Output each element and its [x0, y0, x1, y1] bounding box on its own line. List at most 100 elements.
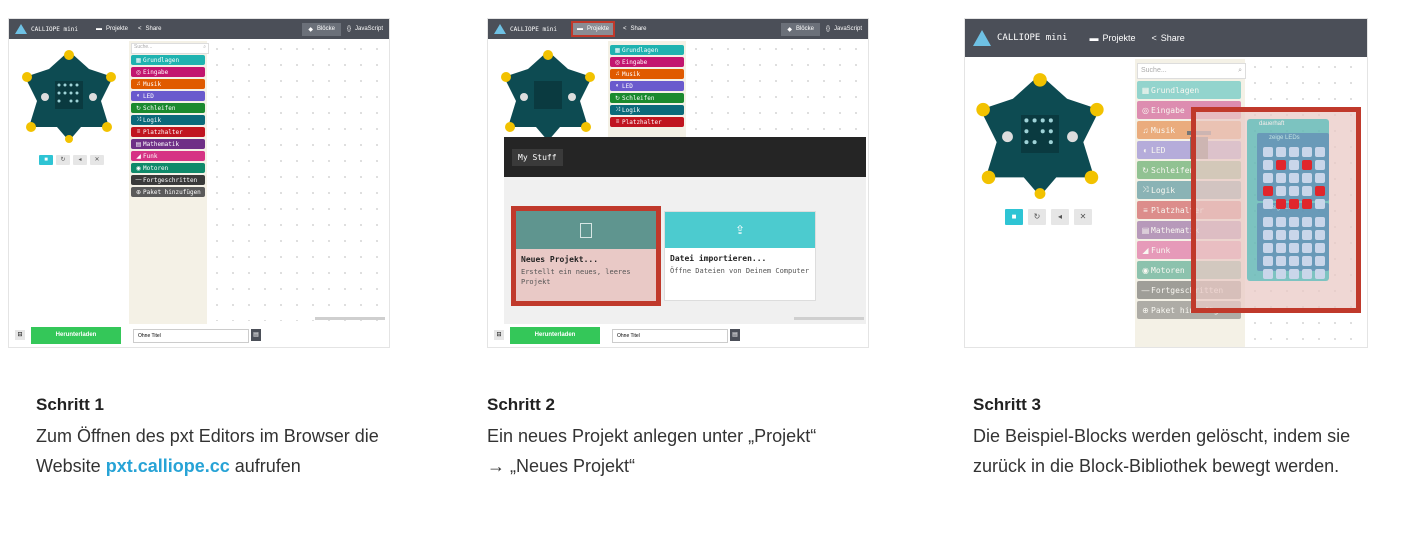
javascript-tab[interactable]: {} JavaScript — [820, 23, 868, 35]
calliope-logo-icon[interactable] — [973, 30, 991, 46]
download-button[interactable]: Herunterladen — [510, 327, 600, 344]
led-off[interactable] — [1302, 256, 1312, 266]
search-input[interactable]: Suche... — [1141, 67, 1167, 74]
led-off[interactable] — [1289, 217, 1299, 227]
blocks-tab[interactable]: ◆ Blöcke — [781, 22, 820, 36]
category-mathematik[interactable]: ▤ Mathematik — [131, 139, 205, 149]
workspace[interactable] — [209, 41, 387, 321]
led-off[interactable] — [1289, 173, 1299, 183]
led-off[interactable] — [1263, 173, 1273, 183]
led-off[interactable] — [1289, 160, 1299, 170]
save-icon[interactable]: ▤ — [730, 329, 740, 341]
led-on[interactable] — [1276, 199, 1286, 209]
led-off[interactable] — [1276, 230, 1286, 240]
calliope-link[interactable]: pxt.calliope.cc — [106, 456, 230, 476]
led-off[interactable] — [1263, 199, 1273, 209]
brand-title[interactable]: CALLIOPE mini — [997, 33, 1067, 43]
collapse-icon[interactable]: ⊟ — [494, 330, 504, 340]
category-grundlagen[interactable]: ▦ Grundlagen — [610, 45, 684, 55]
led-off[interactable] — [1263, 256, 1273, 266]
led-on[interactable] — [1302, 199, 1312, 209]
led-off[interactable] — [1315, 160, 1325, 170]
led-off[interactable] — [1315, 256, 1325, 266]
category-paket-hinzufügen[interactable]: ⊕ Paket hinzufügen — [131, 187, 205, 197]
led-off[interactable] — [1289, 269, 1299, 279]
brand-title[interactable]: CALLIOPE mini — [510, 26, 557, 33]
share-menu[interactable]: < Share — [1151, 33, 1184, 43]
fullscreen-icon[interactable]: ✕ — [90, 155, 104, 165]
category-funk[interactable]: ◢ Funk — [131, 151, 205, 161]
search-input[interactable]: Suche... — [134, 44, 152, 50]
share-menu[interactable]: < Share — [623, 26, 647, 32]
led-off[interactable] — [1315, 217, 1325, 227]
simulator[interactable] — [500, 47, 596, 143]
led-off[interactable] — [1276, 217, 1286, 227]
category-eingabe[interactable]: ◎ Eingabe — [610, 57, 684, 67]
mute-icon[interactable]: ◂ — [73, 155, 87, 165]
restart-icon[interactable]: ↻ — [56, 155, 70, 165]
import-card[interactable]: ⇪ Datei importieren... Öffne Dateien von… — [664, 211, 816, 301]
calliope-logo-icon[interactable] — [494, 24, 506, 34]
category-logik[interactable]: ⤨ Logik — [131, 115, 205, 125]
project-name-input[interactable]: Ohne Titel — [612, 329, 728, 343]
workspace-scrollbar[interactable] — [315, 317, 385, 320]
share-menu[interactable]: < Share — [138, 26, 162, 32]
led-off[interactable] — [1263, 160, 1273, 170]
led-off[interactable] — [1276, 186, 1286, 196]
led-off[interactable] — [1289, 147, 1299, 157]
projects-menu[interactable]: ▬ Projekte — [570, 21, 615, 37]
led-off[interactable] — [1263, 243, 1273, 253]
led-off[interactable] — [1302, 147, 1312, 157]
led-off[interactable] — [1302, 173, 1312, 183]
led-off[interactable] — [1263, 147, 1273, 157]
javascript-tab[interactable]: {} JavaScript — [341, 23, 389, 35]
led-off[interactable] — [1263, 230, 1273, 240]
led-off[interactable] — [1276, 243, 1286, 253]
simulator[interactable] — [21, 47, 117, 143]
led-off[interactable] — [1289, 243, 1299, 253]
stop-icon[interactable]: ■ — [39, 155, 53, 165]
workspace-scrollbar[interactable] — [794, 317, 864, 320]
collapse-icon[interactable]: ⊟ — [15, 330, 25, 340]
restart-icon[interactable]: ↻ — [1028, 209, 1046, 225]
led-off[interactable] — [1276, 147, 1286, 157]
led-off[interactable] — [1302, 217, 1312, 227]
led-off[interactable] — [1276, 256, 1286, 266]
led-off[interactable] — [1263, 269, 1273, 279]
led-off[interactable] — [1302, 186, 1312, 196]
category-logik[interactable]: ⤨ Logik — [610, 105, 684, 115]
led-on[interactable] — [1315, 186, 1325, 196]
led-off[interactable] — [1263, 217, 1273, 227]
led-off[interactable] — [1315, 269, 1325, 279]
led-off[interactable] — [1315, 230, 1325, 240]
led-off[interactable] — [1302, 243, 1312, 253]
category-platzhalter[interactable]: ≡ Platzhalter — [610, 117, 684, 127]
category-grundlagen[interactable]: ▦ Grundlagen — [131, 55, 205, 65]
led-on[interactable] — [1302, 160, 1312, 170]
category-musik[interactable]: ♫ Musik — [131, 79, 205, 89]
led-off[interactable] — [1315, 147, 1325, 157]
led-on[interactable] — [1263, 186, 1273, 196]
led-off[interactable] — [1315, 243, 1325, 253]
brand-title[interactable]: CALLIOPE mini — [31, 26, 78, 33]
toolbox-search[interactable]: Suche... ⌕ — [131, 43, 209, 54]
led-off[interactable] — [1289, 186, 1299, 196]
toolbox-search[interactable]: Suche... ⌕ — [1137, 63, 1246, 79]
led-on[interactable] — [1276, 160, 1286, 170]
save-icon[interactable]: ▤ — [251, 329, 261, 341]
blocks-tab[interactable]: ◆ Blöcke — [302, 22, 341, 36]
projects-menu[interactable]: ▬ Projekte — [1089, 33, 1135, 43]
category-schleifen[interactable]: ↻ Schleifen — [610, 93, 684, 103]
project-name-input[interactable]: Ohne Titel — [133, 329, 249, 343]
calliope-logo-icon[interactable] — [15, 24, 27, 34]
led-off[interactable] — [1315, 199, 1325, 209]
category-eingabe[interactable]: ◎ Eingabe — [131, 67, 205, 77]
led-off[interactable] — [1302, 230, 1312, 240]
led-off[interactable] — [1315, 173, 1325, 183]
led-off[interactable] — [1289, 230, 1299, 240]
mystuff-tab[interactable]: My Stuff — [512, 149, 563, 166]
new-project-card[interactable]: Neues Projekt... Erstellt ein neues, lee… — [511, 206, 661, 306]
category-motoren[interactable]: ◉ Motoren — [131, 163, 205, 173]
category-fortgeschritten[interactable]: — Fortgeschritten — [131, 175, 205, 185]
category-platzhalter[interactable]: ≡ Platzhalter — [131, 127, 205, 137]
